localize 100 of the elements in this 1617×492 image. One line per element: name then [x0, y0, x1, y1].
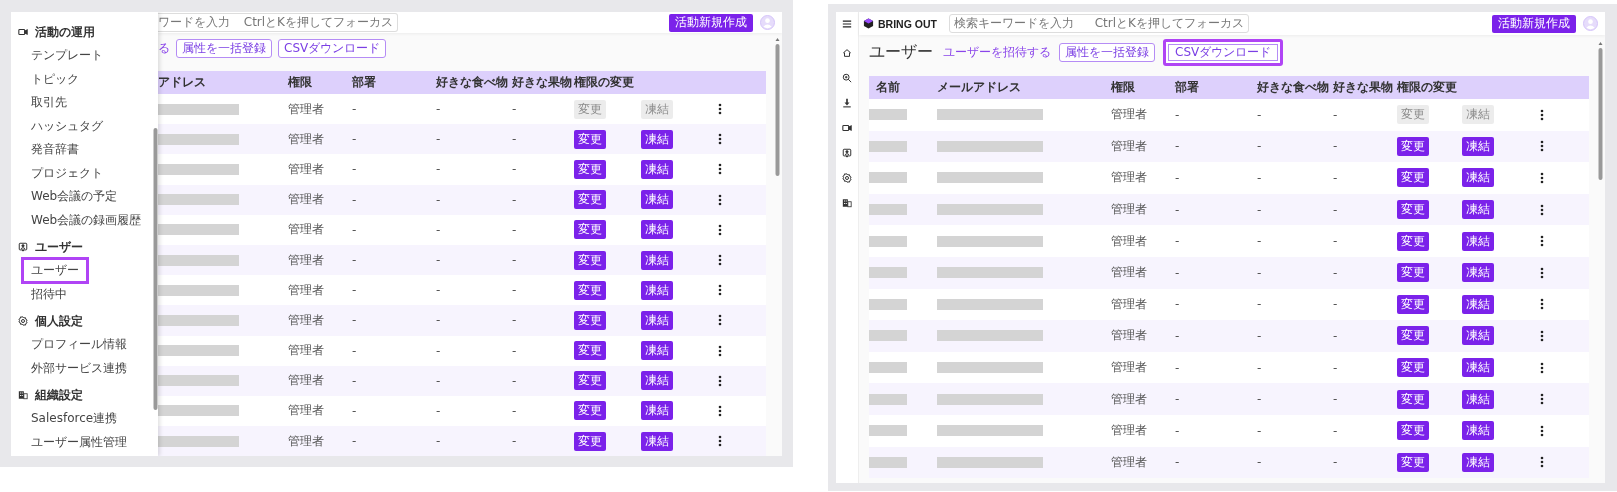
- change-button[interactable]: 変更: [1397, 136, 1429, 156]
- more-icon[interactable]: [718, 163, 722, 176]
- search-field[interactable]: 検索キーワードを入力 CtrlとKを押してフォーカス: [948, 14, 1249, 33]
- more-icon[interactable]: [718, 284, 722, 297]
- change-button[interactable]: 変更: [1397, 421, 1429, 441]
- change-button[interactable]: 変更: [1397, 294, 1429, 314]
- zoom-in-icon[interactable]: [842, 72, 852, 83]
- table-cell: -: [1333, 392, 1338, 407]
- freeze-button[interactable]: 凍結: [1462, 263, 1494, 283]
- more-icon[interactable]: [1540, 424, 1544, 437]
- freeze-button[interactable]: 凍結: [641, 250, 673, 270]
- table-cell: 管理者: [1111, 453, 1147, 471]
- freeze-button[interactable]: 凍結: [641, 129, 673, 149]
- change-button[interactable]: 変更: [574, 129, 606, 149]
- freeze-button[interactable]: 凍結: [1462, 168, 1494, 188]
- more-icon[interactable]: [718, 344, 722, 357]
- change-button[interactable]: 変更: [1397, 358, 1429, 378]
- search-field[interactable]: ワードを入力 CtrlとKを押してフォーカス: [158, 13, 398, 32]
- change-button[interactable]: 変更: [574, 310, 606, 330]
- freeze-button[interactable]: 凍結: [641, 341, 673, 361]
- table-cell: -: [436, 403, 441, 418]
- video-camera-icon[interactable]: [842, 122, 852, 133]
- more-icon[interactable]: [1540, 298, 1544, 311]
- home-icon[interactable]: [842, 47, 852, 58]
- change-button[interactable]: 変更: [1397, 200, 1429, 220]
- more-icon[interactable]: [1540, 108, 1544, 121]
- freeze-button[interactable]: 凍結: [1462, 452, 1494, 472]
- change-button[interactable]: 変更: [1397, 452, 1429, 472]
- scrollbar[interactable]: [775, 38, 780, 178]
- more-icon[interactable]: [718, 133, 722, 146]
- table-cell: -: [512, 343, 517, 358]
- more-icon[interactable]: [718, 404, 722, 417]
- create-activity-button[interactable]: 活動新規作成: [1492, 14, 1576, 33]
- change-button[interactable]: 変更: [1397, 231, 1429, 251]
- freeze-button[interactable]: 凍結: [641, 220, 673, 240]
- freeze-button[interactable]: 凍結: [1462, 389, 1494, 409]
- change-button[interactable]: 変更: [1397, 263, 1429, 283]
- more-icon[interactable]: [1540, 329, 1544, 342]
- change-button[interactable]: 変更: [574, 341, 606, 361]
- redacted-block: [869, 140, 907, 152]
- more-icon[interactable]: [1540, 266, 1544, 279]
- change-button[interactable]: 変更: [574, 190, 606, 210]
- outline-button[interactable]: CSVダウンロード: [1163, 39, 1284, 66]
- more-icon[interactable]: [1540, 203, 1544, 216]
- more-icon[interactable]: [1540, 456, 1544, 469]
- table-cell: 管理者: [1111, 359, 1147, 377]
- change-button[interactable]: 変更: [574, 401, 606, 421]
- freeze-button[interactable]: 凍結: [641, 371, 673, 391]
- more-icon[interactable]: [718, 223, 722, 236]
- more-icon[interactable]: [718, 314, 722, 327]
- table-cell: 管理者: [288, 100, 324, 118]
- more-icon[interactable]: [718, 254, 722, 267]
- freeze-button[interactable]: 凍結: [641, 280, 673, 300]
- freeze-button[interactable]: 凍結: [1462, 231, 1494, 251]
- outline-button[interactable]: CSVダウンロード: [278, 39, 387, 58]
- logo[interactable]: BRING OUT: [878, 17, 937, 30]
- freeze-button[interactable]: 凍結: [641, 431, 673, 451]
- freeze-button[interactable]: 凍結: [641, 310, 673, 330]
- freeze-button[interactable]: 凍結: [641, 401, 673, 421]
- change-button[interactable]: 変更: [1397, 168, 1429, 188]
- user-badge-icon[interactable]: [842, 147, 852, 158]
- freeze-button[interactable]: 凍結: [1462, 421, 1494, 441]
- freeze-button[interactable]: 凍結: [1462, 136, 1494, 156]
- freeze-button[interactable]: 凍結: [1462, 358, 1494, 378]
- freeze-button[interactable]: 凍結: [1462, 326, 1494, 346]
- invite-link[interactable]: ユーザーを招待する: [943, 44, 1051, 61]
- freeze-button[interactable]: 凍結: [641, 190, 673, 210]
- change-button[interactable]: 変更: [574, 159, 606, 179]
- outline-button[interactable]: 属性を一括登録: [176, 39, 272, 58]
- change-button[interactable]: 変更: [574, 250, 606, 270]
- more-icon[interactable]: [1540, 140, 1544, 153]
- more-icon[interactable]: [1540, 235, 1544, 248]
- invite-link[interactable]: る: [158, 40, 170, 57]
- create-activity-button[interactable]: 活動新規作成: [669, 13, 753, 32]
- outline-button[interactable]: 属性を一括登録: [1059, 43, 1155, 62]
- more-icon[interactable]: [718, 103, 722, 116]
- change-button[interactable]: 変更: [574, 431, 606, 451]
- more-icon[interactable]: [718, 374, 722, 387]
- change-button[interactable]: 変更: [574, 371, 606, 391]
- sidebar-item[interactable]: ユーザー: [21, 257, 89, 285]
- more-icon[interactable]: [1540, 172, 1544, 184]
- scrollbar[interactable]: [1598, 42, 1603, 182]
- more-icon[interactable]: [1540, 393, 1544, 406]
- change-button[interactable]: 変更: [574, 280, 606, 300]
- more-icon[interactable]: [718, 193, 722, 206]
- freeze-button[interactable]: 凍結: [1462, 294, 1494, 314]
- more-icon[interactable]: [718, 435, 722, 448]
- freeze-button[interactable]: 凍結: [641, 159, 673, 179]
- more-icon[interactable]: [1540, 361, 1544, 374]
- sidebar-section-title: ユーザー: [35, 238, 83, 256]
- menu-icon[interactable]: [842, 18, 852, 29]
- column-header: 権限: [288, 74, 313, 91]
- download-icon[interactable]: [842, 97, 852, 108]
- change-button[interactable]: 変更: [574, 220, 606, 240]
- gear-icon[interactable]: [842, 172, 852, 183]
- freeze-button[interactable]: 凍結: [1462, 200, 1494, 220]
- change-button[interactable]: 変更: [1397, 326, 1429, 346]
- building-icon[interactable]: [842, 197, 852, 208]
- table-cell: -: [1333, 202, 1338, 217]
- change-button[interactable]: 変更: [1397, 389, 1429, 409]
